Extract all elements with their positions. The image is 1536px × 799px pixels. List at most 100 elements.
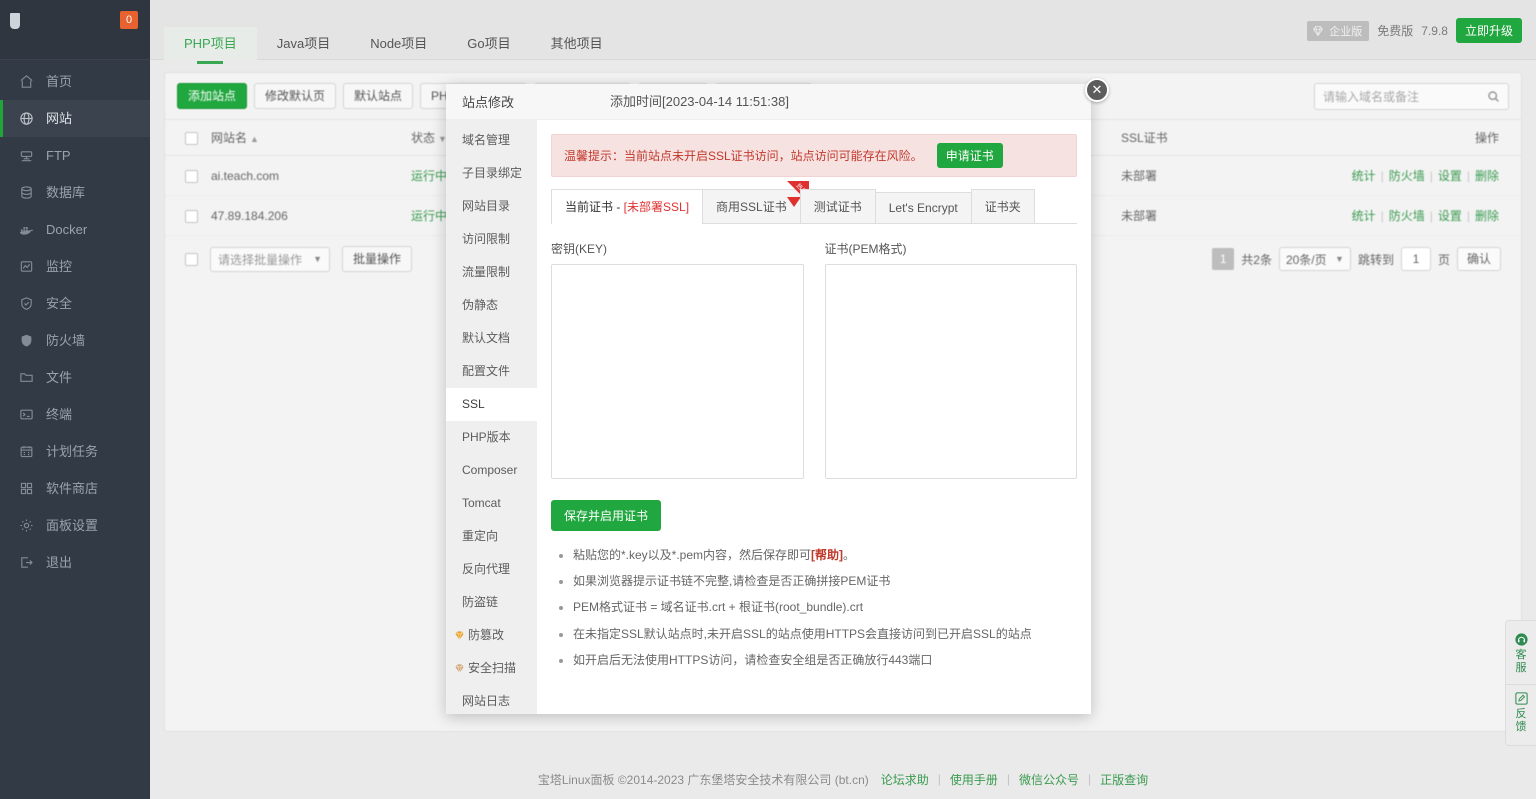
row-checkbox[interactable] [185,170,198,183]
modal-item-redirect[interactable]: 重定向 [446,520,537,553]
logout-icon [18,554,35,571]
cell-ssl[interactable]: 未部署 [1115,156,1215,196]
sidebar-item-database[interactable]: 数据库 [0,174,150,211]
add-site-button[interactable]: 添加站点 [177,83,247,109]
tab-certificate-folder[interactable]: 证书夹 [971,189,1035,223]
op-delete-link[interactable]: 删除 [1475,209,1499,223]
cell-ssl[interactable]: 未部署 [1115,196,1215,236]
cell-sitename[interactable]: ai.teach.com [205,156,405,196]
default-site-button[interactable]: 默认站点 [343,83,413,109]
modal-item-site-log[interactable]: 网站日志 [446,685,537,714]
modal-item-label: 访问限制 [462,223,510,256]
enterprise-badge[interactable]: 企业版 [1307,21,1369,41]
sidebar-item-label: 面板设置 [46,507,98,544]
modal-item-access-limit[interactable]: 访问限制 [446,223,537,256]
sidebar-item-ftp[interactable]: FTP [0,137,150,174]
op-firewall-link[interactable]: 防火墙 [1389,209,1425,223]
modal-item-default-doc[interactable]: 默认文档 [446,322,537,355]
tab-other-project[interactable]: 其他项目 [531,27,623,60]
tab-php-project[interactable]: PHP项目 [164,27,257,60]
sidebar-item-website[interactable]: 网站 [0,100,150,137]
sidebar-item-security[interactable]: 安全 [0,285,150,322]
ssl-warning-text: 温馨提示：当前站点未开启SSL证书访问，站点访问可能存在风险。 [564,147,923,164]
tab-test-certificate[interactable]: 测试证书 [800,189,876,223]
sidebar-item-cron[interactable]: 计划任务 [0,433,150,470]
copyright-text: 宝塔Linux面板 ©2014-2023 广东堡塔安全技术有限公司 (bt.cn… [538,771,869,788]
modal-item-traffic-limit[interactable]: 流量限制 [446,256,537,289]
search-box[interactable] [1314,83,1509,110]
cert-input[interactable] [825,264,1078,479]
tab-java-project[interactable]: Java项目 [257,27,350,60]
modal-item-anti-leech[interactable]: 防盗链 [446,586,537,619]
sidebar-item-terminal[interactable]: 终端 [0,396,150,433]
modal-item-subdir[interactable]: 子目录绑定 [446,157,537,190]
modify-default-page-button[interactable]: 修改默认页 [254,83,336,109]
jump-page-input[interactable] [1401,247,1431,271]
search-icon[interactable] [1487,90,1508,103]
batch-select-all-checkbox[interactable] [185,253,198,266]
sidebar-item-firewall[interactable]: 防火墙 [0,322,150,359]
op-delete-link[interactable]: 删除 [1475,169,1499,183]
tab-node-project[interactable]: Node项目 [350,27,447,60]
op-stats-link[interactable]: 统计 [1352,169,1376,183]
batch-action-button[interactable]: 批量操作 [342,246,412,272]
modal-item-composer[interactable]: Composer [446,454,537,487]
op-settings-link[interactable]: 设置 [1438,209,1462,223]
modal-item-label: 防盗链 [462,586,498,619]
page-number-current[interactable]: 1 [1212,248,1234,270]
sidebar-item-docker[interactable]: Docker [0,211,150,248]
close-icon[interactable]: ✕ [1085,78,1109,102]
row-select-cell[interactable] [165,156,205,196]
jump-confirm-button[interactable]: 确认 [1457,247,1501,271]
key-input[interactable] [551,264,804,479]
modal-item-tomcat[interactable]: Tomcat [446,487,537,520]
customer-service-label: 客服 [1515,649,1527,675]
footer-link-wechat[interactable]: 微信公众号 [1019,771,1079,788]
sidebar-item-home[interactable]: 首页 [0,63,150,100]
apply-certificate-button[interactable]: 申请证书 [937,143,1003,168]
modal-item-php-version[interactable]: PHP版本 [446,421,537,454]
list-item: 如果浏览器提示证书链不完整,请检查是否正确拼接PEM证书 [573,575,1077,588]
sidebar-item-monitor[interactable]: 监控 [0,248,150,285]
th-sitename[interactable]: 网站名▲ [205,120,405,156]
page-size-select[interactable]: 20条/页 ▼ [1279,247,1351,271]
feedback-button[interactable]: 反馈 [1506,684,1536,739]
gem-icon [454,663,465,674]
th-select-all[interactable] [165,120,205,156]
upgrade-button[interactable]: 立即升级 [1456,18,1522,43]
footer-link-forum[interactable]: 论坛求助 [881,771,929,788]
op-settings-link[interactable]: 设置 [1438,169,1462,183]
modal-item-config-file[interactable]: 配置文件 [446,355,537,388]
sidebar-item-appstore[interactable]: 软件商店 [0,470,150,507]
row-checkbox[interactable] [185,210,198,223]
footer-link-manual[interactable]: 使用手册 [950,771,998,788]
tab-current-certificate[interactable]: 当前证书 - [未部署SSL] [551,189,703,224]
help-link[interactable]: [帮助] [811,548,843,562]
modal-item-security-scan[interactable]: 安全扫描 [446,652,537,685]
save-and-enable-certificate-button[interactable]: 保存并启用证书 [551,500,661,531]
tab-lets-encrypt[interactable]: Let's Encrypt [875,192,972,223]
op-firewall-link[interactable]: 防火墙 [1389,169,1425,183]
modal-item-reverse-proxy[interactable]: 反向代理 [446,553,537,586]
sidebar-item-logout[interactable]: 退出 [0,544,150,581]
customer-service-button[interactable]: 客服 [1506,627,1536,680]
op-sep: | [1467,169,1470,183]
cell-sitename[interactable]: 47.89.184.206 [205,196,405,236]
op-stats-link[interactable]: 统计 [1352,209,1376,223]
notification-badge[interactable]: 0 [120,11,138,29]
modal-item-anti-tamper[interactable]: 防篡改 [446,619,537,652]
modal-item-domain[interactable]: 域名管理 [446,124,537,157]
modal-item-ssl[interactable]: SSL [446,388,537,421]
row-select-cell[interactable] [165,196,205,236]
batch-action-select[interactable]: 请选择批量操作 ▼ [210,247,330,272]
tab-commercial-ssl[interactable]: 商用SSL证书 热卖 [702,189,801,223]
op-sep: | [1381,209,1384,223]
select-all-checkbox[interactable] [185,132,198,145]
modal-item-webdir[interactable]: 网站目录 [446,190,537,223]
sidebar-item-files[interactable]: 文件 [0,359,150,396]
sidebar-item-settings[interactable]: 面板设置 [0,507,150,544]
modal-item-rewrite[interactable]: 伪静态 [446,289,537,322]
footer-link-license-query[interactable]: 正版查询 [1100,771,1148,788]
tab-go-project[interactable]: Go项目 [447,27,530,60]
search-input[interactable] [1315,90,1487,104]
